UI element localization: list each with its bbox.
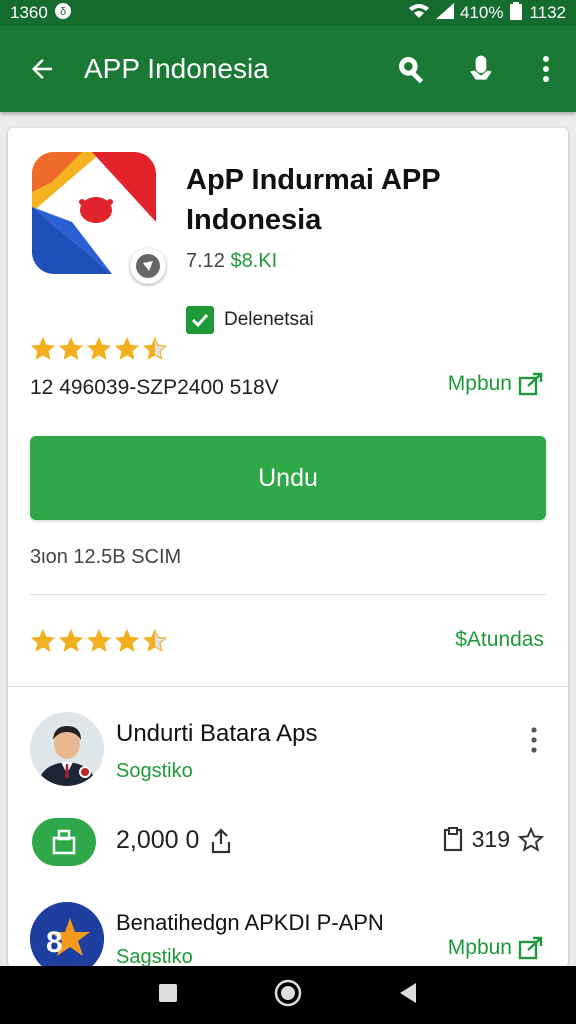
reviews-link-label: $Atundas xyxy=(455,628,544,651)
star-filled-icon xyxy=(58,628,84,652)
star-half-icon xyxy=(142,336,168,360)
open-link[interactable]: Mpbun xyxy=(448,936,544,960)
verified-icon xyxy=(136,254,160,278)
mic-icon xyxy=(470,55,492,80)
rating-stars-secondary xyxy=(30,628,168,654)
downloads-count: 2,000 0 xyxy=(116,826,233,855)
check-icon xyxy=(191,313,209,328)
arrow-left-icon xyxy=(32,59,52,79)
back-nav-button[interactable] xyxy=(398,982,418,1009)
bookmark-value: 319 xyxy=(471,826,510,852)
section-divider xyxy=(8,686,568,687)
status-time-right: 1132 xyxy=(529,3,566,22)
notification-icon: δ xyxy=(54,2,72,25)
reviews-link[interactable]: $Atundas xyxy=(455,628,544,652)
app-title: ApP Indurmai APP Indonesia xyxy=(186,164,441,236)
more-vertical-icon xyxy=(543,56,549,82)
svg-text:δ: δ xyxy=(60,6,66,18)
more-vertical-icon xyxy=(531,727,537,753)
voice-search-button[interactable] xyxy=(446,26,516,112)
page-title: APP Indonesia xyxy=(84,53,269,84)
triangle-back-icon xyxy=(400,982,416,1003)
app-meta: 7.12 $8.KI xyxy=(186,250,277,273)
shop-button[interactable] xyxy=(32,818,96,866)
search-button[interactable] xyxy=(376,26,446,112)
share-icon[interactable] xyxy=(209,827,233,854)
related-app-subtitle: Sogstiko xyxy=(116,760,193,782)
star-filled-icon xyxy=(86,628,112,652)
app-code-line: 12 496039-SZP2400 518V xyxy=(30,376,279,399)
app-bar: APP Indonesia xyxy=(0,26,576,112)
wifi-icon xyxy=(408,3,430,24)
downloads-value: 2,000 0 xyxy=(116,826,200,854)
status-time-left: 1360 xyxy=(10,3,48,22)
document-icon xyxy=(443,826,462,851)
bookmark-count: 319 xyxy=(442,826,544,853)
verified-badge xyxy=(130,248,166,284)
avatar[interactable]: 8 xyxy=(30,902,104,968)
app-version: 7.12 xyxy=(186,250,225,272)
battery-icon xyxy=(509,1,523,25)
related-app-title[interactable]: Undurti Batara Aps xyxy=(116,720,317,748)
star-filled-icon xyxy=(30,336,56,360)
developer-label: Delenetsai xyxy=(224,309,314,330)
app-size: $8.KI xyxy=(230,250,278,272)
rating-stars xyxy=(30,336,168,362)
related-app-title[interactable]: Benatihedgn APKDI P-APN xyxy=(116,910,384,936)
status-bar: 1360 δ 410% 1132 xyxy=(0,0,576,26)
circle-icon xyxy=(274,979,302,1006)
open-link[interactable]: Mpbun xyxy=(448,372,544,396)
svg-text:8: 8 xyxy=(46,926,63,959)
star-filled-icon xyxy=(114,628,140,652)
app-details-card: ApP Indurmai APP Indonesia 7.12 $8.KI De… xyxy=(8,128,568,968)
divider xyxy=(30,594,546,595)
square-icon xyxy=(159,983,177,1002)
size-line: 3ιon 12.5B SCIM xyxy=(30,546,182,568)
recents-button[interactable] xyxy=(158,983,178,1008)
star-half-icon xyxy=(142,628,168,652)
open-link-label: Mpbun xyxy=(447,372,512,395)
developer-checkbox-row[interactable]: Delenetsai xyxy=(186,306,314,334)
signal-icon xyxy=(435,2,454,24)
external-link-icon xyxy=(518,936,543,960)
back-button[interactable] xyxy=(0,26,84,112)
install-button[interactable]: Undu xyxy=(30,436,546,520)
external-link-icon xyxy=(518,372,543,396)
checkbox[interactable] xyxy=(186,306,214,334)
battery-text: 410% xyxy=(459,3,504,22)
avatar[interactable] xyxy=(30,712,104,786)
system-nav-bar xyxy=(0,966,576,1024)
star-filled-icon xyxy=(30,628,56,652)
more-options-button[interactable] xyxy=(516,26,576,112)
open-link-label: Mpbun xyxy=(447,936,512,959)
related-more-button[interactable] xyxy=(522,724,546,756)
star-filled-icon xyxy=(58,336,84,360)
related-app-subtitle: Sagstiko xyxy=(116,946,193,968)
home-button[interactable] xyxy=(274,979,302,1012)
shopping-bag-icon xyxy=(52,829,76,855)
star-filled-icon xyxy=(114,336,140,360)
star-outline-icon[interactable] xyxy=(518,826,544,853)
search-icon xyxy=(399,57,424,84)
star-filled-icon xyxy=(86,336,112,360)
